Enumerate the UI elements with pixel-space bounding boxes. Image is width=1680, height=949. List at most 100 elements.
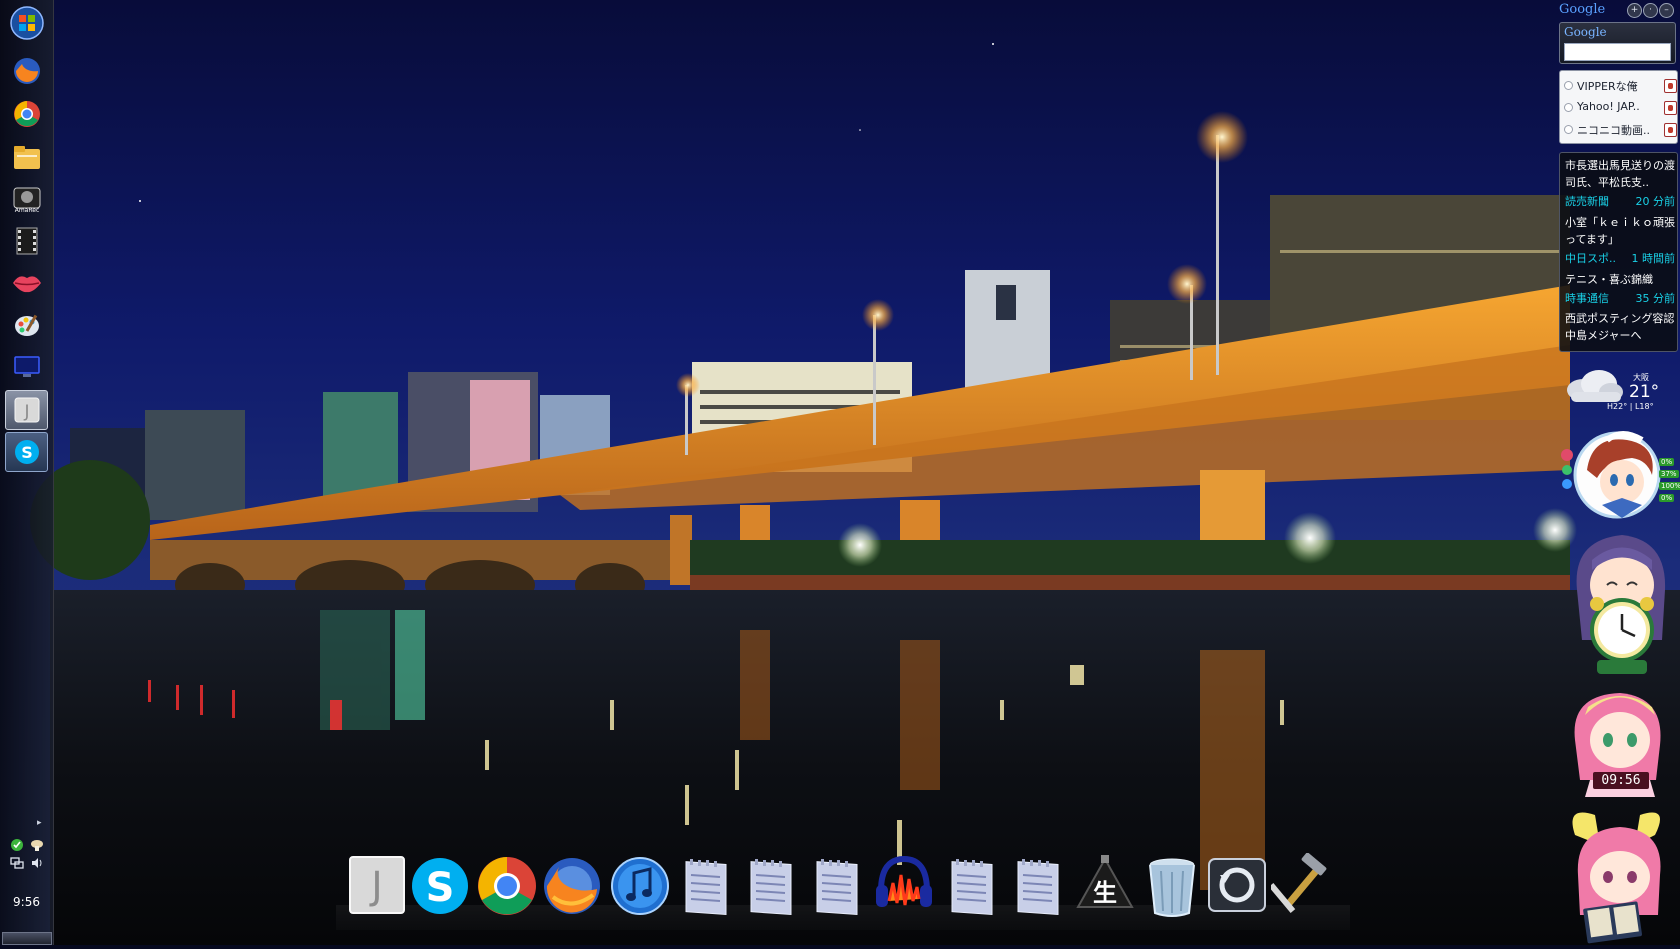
google-search-box: Google (1559, 22, 1676, 64)
taskbar-item-j-app[interactable]: J (5, 390, 48, 430)
alarm-clock-gadget[interactable] (1567, 530, 1675, 680)
news-headline[interactable]: テニス・喜ぶ錦織 (1565, 271, 1675, 288)
j-app-icon: J (14, 397, 39, 423)
news-meta: 中日スポ.. 1 時間前 (1565, 250, 1675, 266)
purple-hair-girl-clock-icon (1576, 535, 1666, 674)
taskbar-clock[interactable]: 9:56 (0, 895, 53, 909)
bookmark-site-icon (1664, 79, 1677, 93)
monitor-icon (13, 356, 40, 377)
dock-item-nico-live[interactable]: 生 (1074, 853, 1136, 919)
news-meta: 読売新聞 20 分前 (1565, 193, 1675, 209)
text-document-icon (685, 859, 727, 916)
taskbar-item-video[interactable] (5, 222, 48, 260)
weather-temperature: 21° (1629, 382, 1660, 402)
news-headline[interactable]: 小室「ｋｅｉｋｏ頑張ってます」 (1565, 214, 1675, 248)
dock-item-document-3[interactable] (807, 853, 869, 919)
nico-live-icon: 生 (1076, 855, 1134, 908)
system-meter-gadget[interactable]: 0% 37% 100% 0% (1547, 430, 1680, 520)
show-desktop-button[interactable] (2, 932, 52, 945)
taskbar-item-lips[interactable] (5, 264, 48, 302)
text-document-icon (816, 859, 858, 916)
news-time: 20 分前 (1635, 195, 1676, 208)
bookmark-site-icon (1664, 123, 1677, 137)
dock-item-document-2[interactable] (741, 853, 803, 919)
bookmark-radio[interactable] (1564, 125, 1573, 134)
volume-icon[interactable] (30, 856, 44, 870)
itunes-icon (611, 857, 669, 915)
j-app-label: J (23, 402, 29, 422)
dock-item-firefox[interactable] (541, 853, 603, 919)
start-button[interactable] (5, 4, 48, 42)
text-document-icon (1017, 859, 1059, 916)
mushroom-icon[interactable] (30, 838, 44, 852)
tray-expand-arrow-icon[interactable]: ▸ (37, 818, 42, 828)
bookmark-radio[interactable] (1564, 81, 1573, 90)
dock-item-document-5[interactable] (1008, 853, 1070, 919)
dock-skype-label: S (426, 865, 455, 911)
meter-readout: 0% (1659, 458, 1675, 466)
google-gadget-title: Google (1559, 2, 1606, 17)
green-status-icon[interactable] (10, 838, 24, 852)
taskbar-item-paint[interactable] (5, 306, 48, 344)
news-headline[interactable]: 市長選出馬見送りの渡司氏、平松氏支.. (1565, 157, 1675, 191)
cloudy-icon (1567, 370, 1623, 402)
book-girl-mascot-icon (1572, 812, 1661, 944)
gadget-add-icon[interactable]: + (1627, 3, 1642, 18)
digital-clock-time: 09:56 (1593, 772, 1649, 789)
dock-item-itunes[interactable] (609, 853, 671, 919)
dock-item-time-machine[interactable] (1206, 853, 1268, 919)
dock-item-chrome[interactable] (476, 853, 538, 919)
taskbar-item-monitor[interactable] (5, 348, 48, 386)
google-search-input[interactable] (1564, 43, 1671, 61)
bookmark-item[interactable]: VIPPERな俺 (1564, 76, 1677, 96)
dock-item-document-1[interactable] (676, 853, 738, 919)
paint-palette-icon (14, 314, 39, 336)
text-document-icon (750, 859, 792, 916)
dock-item-skype[interactable]: S (409, 853, 471, 919)
news-meta: 時事通信 35 分前 (1565, 290, 1675, 306)
file-explorer-icon (13, 146, 40, 169)
taskbar: AmaRec J S ▸ 9:56 (0, 0, 54, 945)
news-source: 中日スポ.. (1565, 252, 1616, 265)
bookmark-radio[interactable] (1564, 103, 1573, 112)
dock-item-j-app[interactable]: J (346, 853, 408, 919)
bookmark-item[interactable]: Yahoo! JAP.. (1564, 98, 1677, 118)
taskbar-item-amarec[interactable]: AmaRec (5, 180, 48, 218)
news-source: 読売新聞 (1565, 195, 1609, 208)
lips-icon (12, 276, 41, 293)
google-search-gadget: Google + · – Google (1557, 0, 1678, 64)
meter-readout: 0% (1659, 494, 1675, 502)
dock-item-audacity[interactable] (873, 853, 935, 919)
amarec-icon: AmaRec (13, 187, 40, 214)
taskbar-item-explorer[interactable] (5, 138, 48, 176)
dock-j-label: J (369, 864, 382, 908)
taskbar-item-chrome[interactable] (5, 95, 48, 133)
dock-item-recycle-bin[interactable] (1141, 853, 1203, 919)
windows-orb-icon (9, 6, 44, 40)
firefox-icon (13, 58, 40, 84)
chrome-icon (13, 101, 40, 127)
taskbar-item-firefox[interactable] (5, 52, 48, 90)
amarec-label: AmaRec (14, 207, 39, 214)
digital-clock-gadget[interactable]: 09:56 (1560, 685, 1675, 800)
reading-girl-gadget[interactable] (1560, 805, 1678, 945)
weather-gadget[interactable]: 大阪 21° H22° | L18° (1555, 360, 1678, 415)
dock-item-tools[interactable] (1268, 852, 1333, 919)
bookmarks-gadget: VIPPERな俺 Yahoo! JAP.. ニコニコ動画.. (1559, 70, 1678, 144)
taskbar-item-skype[interactable]: S (5, 432, 48, 472)
bookmark-label: Yahoo! JAP.. (1577, 100, 1640, 113)
gadget-options-icon[interactable]: · (1643, 3, 1658, 18)
j-app-icon: J (349, 856, 405, 914)
firefox-icon (544, 858, 600, 914)
hammer-tools-icon (1268, 852, 1327, 913)
news-gadget: 市長選出馬見送りの渡司氏、平松氏支.. 読売新聞 20 分前 小室「ｋｅｉｋｏ頑… (1559, 152, 1678, 352)
news-headline[interactable]: 西武ポスティング容認 中島メジャーへ (1565, 310, 1675, 344)
text-document-icon (951, 859, 993, 916)
bookmark-item[interactable]: ニコニコ動画.. (1564, 120, 1677, 140)
nico-live-label: 生 (1093, 879, 1117, 907)
network-icon[interactable] (10, 856, 24, 870)
gadget-minimize-icon[interactable]: – (1659, 3, 1674, 18)
skype-icon: S (412, 858, 468, 914)
news-time: 1 時間前 (1631, 252, 1676, 265)
dock-item-document-4[interactable] (942, 853, 1004, 919)
